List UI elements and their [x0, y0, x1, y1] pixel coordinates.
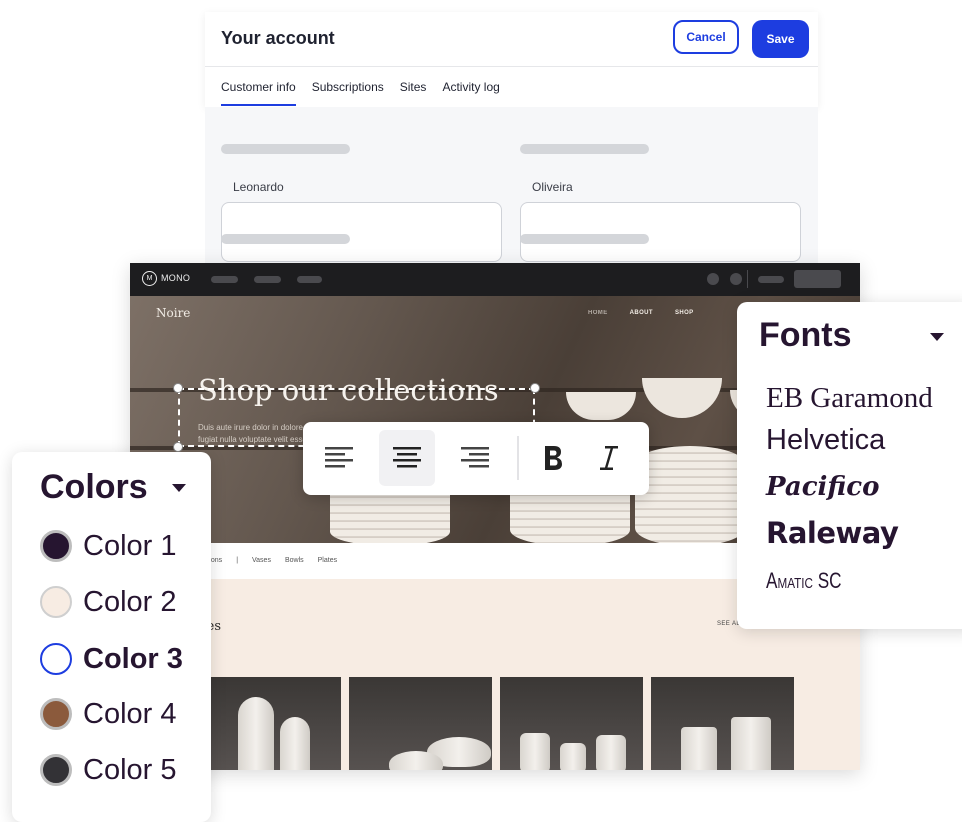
font-option-helvetica[interactable]: Helvetica: [766, 424, 885, 457]
label-skeleton: [221, 144, 350, 154]
label-skeleton: [221, 234, 350, 244]
resize-handle[interactable]: [173, 383, 183, 393]
toolbar-divider: [517, 436, 519, 480]
publish-button[interactable]: [794, 270, 841, 288]
align-left-button[interactable]: [311, 430, 367, 486]
account-form: Leonardo Oliveira: [205, 107, 818, 267]
pitcher-image: [520, 733, 550, 770]
color-label: Color 1: [83, 529, 177, 562]
resize-handle[interactable]: [530, 383, 540, 393]
vase-image: [731, 717, 771, 770]
tab-customer-info[interactable]: Customer info: [221, 80, 296, 106]
label-skeleton: [520, 234, 649, 244]
pitcher-image: [560, 743, 586, 770]
account-header: Your account Cancel Save Customer info S…: [205, 12, 818, 107]
topbar-divider: [747, 270, 748, 288]
header-divider: [205, 66, 818, 67]
product-card[interactable]: [198, 677, 341, 770]
nav-home[interactable]: HOME: [588, 310, 608, 316]
cancel-button[interactable]: Cancel: [673, 20, 739, 54]
font-option-amatic-sc[interactable]: Amatic SC: [766, 568, 842, 594]
color-option-1[interactable]: Color 1: [40, 529, 177, 563]
vase-image: [238, 697, 274, 770]
first-name-field[interactable]: [221, 202, 502, 262]
chevron-down-icon[interactable]: [172, 484, 186, 492]
app-name: MONO: [161, 273, 191, 283]
color-option-5[interactable]: Color 5: [40, 753, 177, 787]
bowl-image: [566, 392, 636, 420]
nav-placeholder[interactable]: [758, 276, 784, 283]
bold-icon: [545, 446, 562, 470]
color-swatch: [40, 643, 72, 675]
mono-logo-icon: M: [142, 271, 157, 286]
editor-topbar: M MONO: [130, 263, 860, 296]
tab-activity-log[interactable]: Activity log: [442, 80, 499, 106]
filter-vases[interactable]: Vases: [252, 557, 271, 564]
italic-icon: [600, 446, 618, 470]
tab-sites[interactable]: Sites: [400, 80, 427, 106]
color-swatch: [40, 754, 72, 786]
product-card[interactable]: [500, 677, 643, 770]
vase-image: [280, 717, 310, 770]
color-label: Color 5: [83, 753, 177, 786]
filter-bowls[interactable]: Bowls: [285, 557, 304, 564]
nav-shop[interactable]: SHOP: [675, 310, 694, 316]
nav-about[interactable]: ABOUT: [630, 310, 653, 316]
color-swatch: [40, 698, 72, 730]
plate-stack-image: [635, 446, 745, 543]
pitcher-image: [596, 735, 626, 770]
color-option-3[interactable]: Color 3: [40, 642, 183, 676]
bold-button[interactable]: [525, 430, 581, 486]
filter-divider: |: [236, 557, 239, 564]
save-button[interactable]: Save: [752, 20, 809, 58]
font-option-pacifico[interactable]: Pacifico: [766, 472, 879, 502]
nav-placeholder[interactable]: [254, 276, 281, 283]
product-card[interactable]: [651, 677, 794, 770]
nav-placeholder[interactable]: [211, 276, 238, 283]
align-center-icon: [393, 447, 421, 468]
font-option-eb-garamond[interactable]: EB Garamond: [766, 382, 933, 415]
align-right-button[interactable]: [447, 430, 503, 486]
circle-icon[interactable]: [707, 273, 719, 285]
color-label: Color 3: [83, 642, 183, 675]
bowl-image: [642, 378, 722, 418]
nav-placeholder[interactable]: [297, 276, 322, 283]
last-name-value: Oliveira: [532, 180, 573, 194]
account-tabs: Customer info Subscriptions Sites Activi…: [221, 80, 500, 106]
resize-handle[interactable]: [173, 442, 183, 452]
color-label: Color 4: [83, 697, 177, 730]
bowl-image: [389, 751, 443, 770]
colors-panel: Colors Color 1 Color 2 Color 3 Color 4 C…: [12, 452, 211, 822]
align-center-button[interactable]: [379, 430, 435, 486]
color-option-4[interactable]: Color 4: [40, 697, 177, 731]
align-left-icon: [325, 447, 353, 468]
fonts-title: Fonts: [759, 316, 852, 354]
italic-button[interactable]: [581, 430, 637, 486]
tab-subscriptions[interactable]: Subscriptions: [312, 80, 384, 106]
site-nav: HOME ABOUT SHOP: [588, 310, 694, 316]
text-format-toolbar: [303, 422, 649, 495]
fonts-panel: Fonts EB Garamond Helvetica Pacifico Ral…: [737, 302, 962, 629]
filter-plates[interactable]: Plates: [318, 557, 337, 564]
last-name-field[interactable]: [520, 202, 801, 262]
chevron-down-icon[interactable]: [930, 333, 944, 341]
font-option-raleway[interactable]: Raleway: [766, 516, 899, 550]
vase-image: [681, 727, 717, 770]
site-brand[interactable]: Noire: [156, 306, 190, 320]
label-skeleton: [520, 144, 649, 154]
color-swatch: [40, 586, 72, 618]
product-card[interactable]: [349, 677, 492, 770]
circle-icon[interactable]: [730, 273, 742, 285]
first-name-value: Leonardo: [233, 180, 284, 194]
colors-title: Colors: [40, 468, 148, 506]
align-right-icon: [461, 447, 489, 468]
color-option-2[interactable]: Color 2: [40, 585, 177, 619]
color-label: Color 2: [83, 585, 177, 618]
page-title: Your account: [221, 28, 335, 48]
color-swatch: [40, 530, 72, 562]
